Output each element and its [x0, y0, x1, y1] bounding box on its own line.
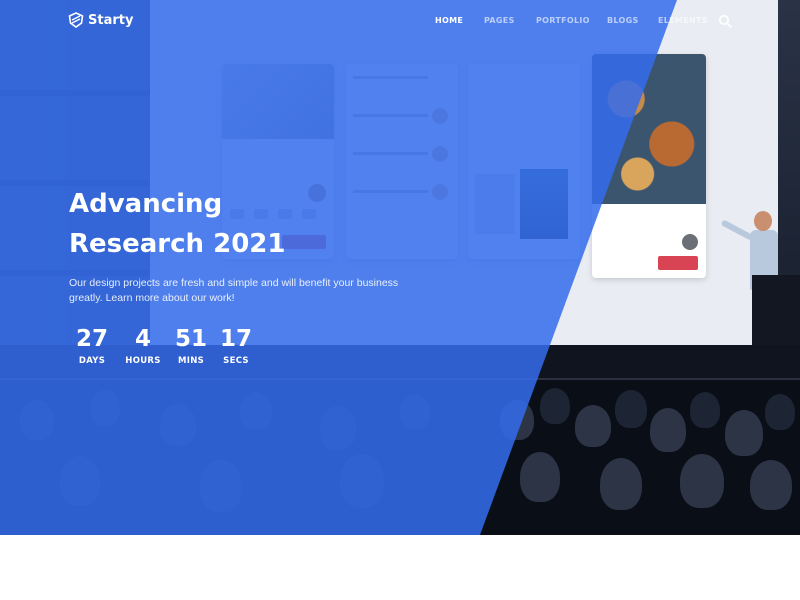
countdown-hours: 4 HOURS [121, 326, 165, 366]
countdown-value: 51 [174, 326, 207, 352]
hero-section: Starty HOME PAGES PORTFOLIO BLOGS ELEMEN… [0, 0, 800, 535]
shield-logo-icon [68, 12, 84, 28]
countdown-value: 27 [75, 326, 108, 352]
hero-title: Advancing Research 2021 [69, 184, 285, 264]
nav-item-portfolio[interactable]: PORTFOLIO [536, 16, 590, 25]
countdown-label: DAYS [78, 356, 106, 366]
countdown-label: MINS [177, 356, 205, 366]
countdown-value: 17 [219, 326, 252, 352]
countdown-label: HOURS [125, 356, 161, 366]
countdown-value: 4 [134, 326, 151, 352]
nav-item-pages[interactable]: PAGES [484, 16, 515, 25]
search-icon[interactable] [718, 14, 732, 28]
countdown-label: SECS [223, 356, 249, 366]
countdown-secs: 17 SECS [214, 326, 258, 366]
nav-item-blogs[interactable]: BLOGS [607, 16, 639, 25]
nav-item-elements[interactable]: ELEMENTS [658, 16, 708, 25]
hero-title-line1: Advancing [69, 189, 223, 219]
countdown-mins: 51 MINS [169, 326, 213, 366]
brand-name: Starty [88, 12, 134, 28]
hero-title-line2: Research 2021 [69, 229, 286, 259]
nav-item-home[interactable]: HOME [435, 16, 463, 25]
countdown-days: 27 DAYS [70, 326, 114, 366]
brand-logo[interactable]: Starty [68, 12, 133, 28]
hero-description: Our design projects are fresh and simple… [69, 277, 399, 304]
